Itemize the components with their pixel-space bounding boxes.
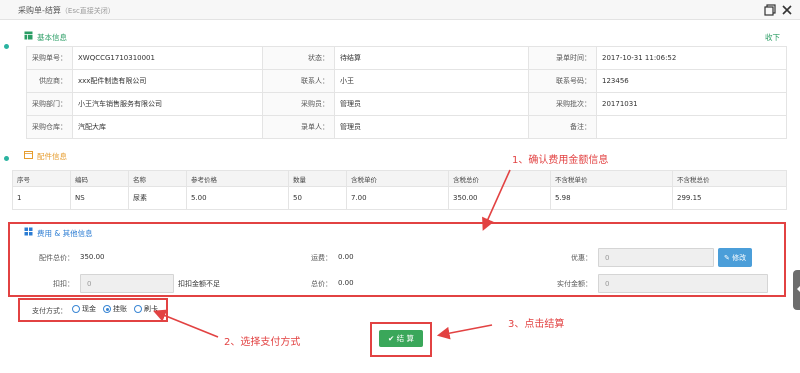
table-cell: 尿素 [128, 186, 187, 210]
field-label: 录单时间： [528, 46, 597, 70]
dialog-title-hint: （Esc直接关闭） [60, 7, 115, 15]
table-cell: 299.15 [672, 186, 787, 210]
field-label: 采购单号： [26, 46, 73, 70]
annotation-step1: 1、确认费用金额信息 [512, 155, 609, 166]
basic-info-row: 采购仓库： 汽配大库 录单人： 管理员 备注： [26, 115, 787, 139]
dialog-titlebar: 采购单-结算（Esc直接关闭） [0, 0, 800, 20]
field-label: 联系人： [262, 69, 335, 93]
field-value: 待结算 [334, 46, 529, 70]
field-label: 备注： [528, 115, 597, 139]
field-label: 状态： [262, 46, 335, 70]
table-cell: 350.00 [448, 186, 551, 210]
close-icon[interactable] [781, 4, 793, 16]
annotation-box-fees [8, 222, 786, 297]
annotation-step2: 2、选择支付方式 [224, 337, 301, 348]
column-header: 名称 [128, 170, 187, 187]
column-header: 含税单价 [346, 170, 449, 187]
field-value [596, 115, 787, 139]
restore-icon[interactable] [764, 4, 776, 16]
field-value: 汽配大库 [72, 115, 263, 139]
parts-info-header: 配件信息 [8, 147, 786, 163]
folder-icon [24, 150, 33, 159]
column-header: 数量 [288, 170, 347, 187]
field-value: 小王汽车销售服务有限公司 [72, 92, 263, 116]
field-label: 供应商： [26, 69, 73, 93]
column-header: 不含税单价 [550, 170, 673, 187]
annotation-box-settle [370, 322, 432, 357]
column-header: 序号 [12, 170, 71, 187]
field-label: 录单人： [262, 115, 335, 139]
collapse-link[interactable]: 收下 [765, 32, 780, 43]
field-label: 采购员： [262, 92, 335, 116]
table-cell: NS [70, 186, 129, 210]
basic-info-row: 采购单号： XWQCCG1710310001 状态： 待结算 录单时间： 2017-10-… [26, 46, 787, 70]
field-label: 联系号码： [528, 69, 597, 93]
basic-info-title: 基本信息 [37, 33, 67, 42]
resize-handle-2[interactable] [4, 156, 9, 161]
table-cell: 5.98 [550, 186, 673, 210]
parts-info-title: 配件信息 [37, 152, 67, 161]
annotation-box-payment [18, 298, 168, 322]
field-value: 20171031 [596, 92, 787, 116]
basic-info-row: 采购部门： 小王汽车销售服务有限公司 采购员： 管理员 采购批次： 20171031 [26, 92, 787, 116]
field-value: XWQCCG1710310001 [72, 46, 263, 70]
basic-info-table: 采购单号： XWQCCG1710310001 状态： 待结算 录单时间： 2017-10-… [26, 46, 787, 139]
table-cell: 1 [12, 186, 71, 210]
table-icon [24, 31, 33, 40]
basic-info-header: 基本信息 收下 [8, 28, 786, 44]
field-label: 采购部门： [26, 92, 73, 116]
field-value: 123456 [596, 69, 787, 93]
annotation-step3: 3、点击结算 [508, 319, 565, 330]
field-value: 小王 [334, 69, 529, 93]
resize-handle[interactable] [4, 44, 9, 49]
table-cell: 5.00 [186, 186, 289, 210]
dialog-title: 采购单-结算（Esc直接关闭） [18, 5, 115, 16]
table-cell: 50 [288, 186, 347, 210]
field-value: 2017-10-31 11:06:52 [596, 46, 787, 70]
field-label: 采购批次： [528, 92, 597, 116]
basic-info-row: 供应商： xxx配件制造有限公司 联系人： 小王 联系号码： 123456 [26, 69, 787, 93]
dialog-title-text: 采购单-结算 [18, 6, 61, 15]
table-row: 1 NS 尿素 5.00 50 7.00 350.00 5.98 299.15 [12, 186, 787, 210]
column-header: 参考价格 [186, 170, 289, 187]
field-value: 管理员 [334, 115, 529, 139]
field-value: xxx配件制造有限公司 [72, 69, 263, 93]
field-label: 采购仓库： [26, 115, 73, 139]
parts-table: 序号 编码 名称 参考价格 数量 含税单价 含税总价 不含税单价 不含税总价 1 NS 尿素 5.00… [12, 170, 787, 210]
table-cell: 7.00 [346, 186, 449, 210]
column-header: 含税总价 [448, 170, 551, 187]
field-value: 管理员 [334, 92, 529, 116]
column-header: 编码 [70, 170, 129, 187]
side-panel-toggle[interactable] [793, 270, 800, 310]
column-header: 不含税总价 [672, 170, 787, 187]
